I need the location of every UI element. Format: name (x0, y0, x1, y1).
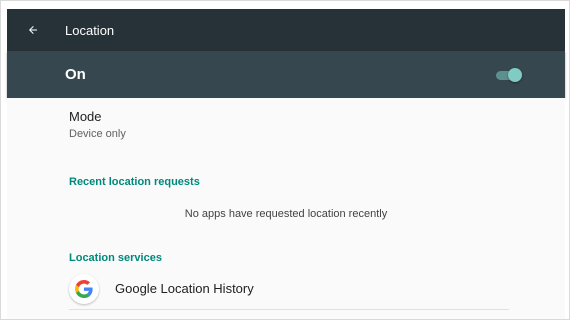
back-button[interactable] (7, 9, 59, 51)
location-master-switch-bar[interactable]: On (7, 51, 565, 98)
settings-list: Mode Device only Recent location request… (7, 98, 565, 319)
google-location-history-item[interactable]: Google Location History (7, 270, 565, 308)
location-toggle-switch[interactable] (496, 68, 522, 82)
service-label: Google Location History (115, 281, 254, 296)
location-services-header: Location services (69, 252, 162, 264)
toolbar: Location (7, 9, 565, 51)
list-divider (69, 309, 509, 310)
recent-requests-empty-message: No apps have requested location recently (184, 208, 388, 220)
mode-summary: Device only (69, 128, 126, 140)
arrow-back-icon (29, 26, 37, 34)
google-g-icon (69, 274, 99, 304)
recent-requests-header: Recent location requests (69, 176, 200, 188)
switch-thumb (508, 68, 522, 82)
page-title: Location (65, 22, 115, 38)
master-switch-label: On (65, 66, 86, 83)
mode-preference[interactable]: Mode Device only (7, 108, 565, 156)
settings-screen: Location On Mode Device only Recent loca… (0, 0, 570, 320)
mode-title: Mode (69, 109, 102, 124)
